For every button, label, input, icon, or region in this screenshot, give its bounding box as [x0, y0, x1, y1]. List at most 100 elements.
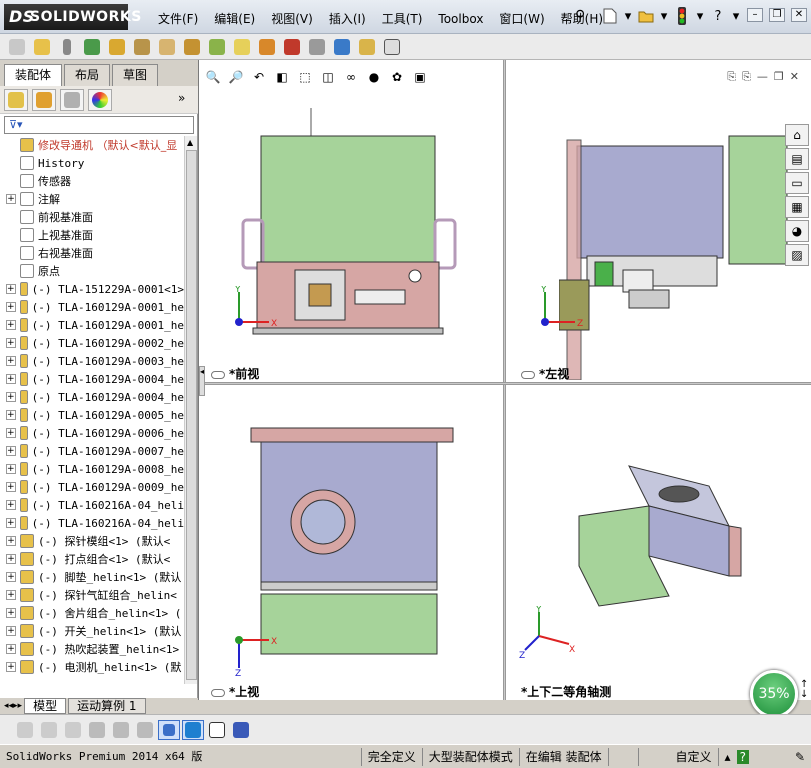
restore-icon[interactable]: ❐ [769, 8, 785, 22]
new-document-icon[interactable] [600, 6, 620, 26]
expand-icon[interactable]: + [6, 410, 16, 420]
menu-view[interactable]: 视图(V) [263, 10, 321, 28]
reference-geometry-icon[interactable] [206, 37, 228, 57]
traffic-light-icon[interactable] [672, 6, 692, 26]
display-style-icon[interactable]: ◫ [318, 68, 338, 86]
expand-icon[interactable]: + [6, 590, 16, 600]
expand-icon[interactable]: + [6, 662, 16, 672]
zoom-percentage-badge[interactable]: 35% [750, 670, 798, 718]
tree-node[interactable]: + (-) TLA-160129A-0001_he [0, 298, 184, 316]
assembly-features-icon[interactable] [181, 37, 203, 57]
component-pattern-icon[interactable] [81, 37, 103, 57]
hole-alignment-icon[interactable] [381, 37, 403, 57]
tree-node[interactable]: + (-) TLA-160129A-0004_he [0, 370, 184, 388]
tree-node[interactable]: 上视基准面 [0, 226, 184, 244]
tree-node[interactable]: + (-) TLA-160216A-04_heli [0, 496, 184, 514]
expand-icon[interactable]: + [6, 536, 16, 546]
tree-node[interactable]: + (-) TLA-160216A-04_heli [0, 514, 184, 532]
tree-node[interactable]: + (-) 探针模组<1> (默认< [0, 532, 184, 550]
expand-icon[interactable]: + [6, 446, 16, 456]
tree-node[interactable]: History [0, 154, 184, 172]
appearances-icon[interactable]: ◕ [785, 220, 809, 242]
interference-icon[interactable] [331, 37, 353, 57]
viewport-restore-icon[interactable]: ❐ [774, 70, 784, 84]
tab-motion-study[interactable]: 运动算例 1 [68, 698, 146, 714]
table-icon[interactable] [206, 720, 228, 740]
edit-appearance-icon[interactable]: ● [364, 68, 384, 86]
display-manager-icon[interactable] [88, 88, 112, 111]
menu-tools[interactable]: 工具(T) [374, 10, 431, 28]
view-orientation-icon[interactable]: ⬚ [295, 68, 315, 86]
expand-icon[interactable]: + [6, 518, 16, 528]
tab-model[interactable]: 模型 [24, 698, 67, 714]
show-hidden-icon[interactable] [156, 37, 178, 57]
view-palette-icon[interactable]: ▦ [785, 196, 809, 218]
viewport-close-icon[interactable]: ✕ [790, 70, 799, 84]
previous-view-icon[interactable]: ↶ [249, 68, 269, 86]
view-settings-icon[interactable]: ▣ [410, 68, 430, 86]
view-tool-5-icon[interactable] [110, 720, 132, 740]
expand-icon[interactable]: + [6, 194, 16, 204]
expand-icon[interactable]: + [6, 572, 16, 582]
zoom-to-area-icon[interactable]: 🔎 [226, 68, 246, 86]
smart-fasteners-icon[interactable] [106, 37, 128, 57]
menu-toolbox[interactable]: Toolbox [430, 10, 491, 28]
solidworks-resources-icon[interactable]: ⌂ [785, 124, 809, 146]
tree-node[interactable]: 传感器 [0, 172, 184, 190]
tree-node[interactable]: + 注解 [0, 190, 184, 208]
collapse-panel-icon[interactable]: ◂ [199, 366, 205, 396]
clearance-icon[interactable] [356, 37, 378, 57]
tree-scrollbar[interactable]: ▲ [184, 136, 197, 684]
dropdown-arrow-icon[interactable]: ▾ [696, 6, 704, 26]
tree-node[interactable]: + (-) 探针气缸组合_helin< [0, 586, 184, 604]
new-motion-study-icon[interactable] [231, 37, 253, 57]
file-explorer-icon[interactable]: ▭ [785, 172, 809, 194]
section-view-icon[interactable]: ◧ [272, 68, 292, 86]
expand-icon[interactable]: + [6, 320, 16, 330]
custom-properties-icon[interactable]: ▨ [785, 244, 809, 266]
tree-node[interactable]: + (-) TLA-160129A-0005_he [0, 406, 184, 424]
mate-icon[interactable] [56, 37, 78, 57]
scroll-thumb[interactable] [186, 150, 197, 680]
expand-icon[interactable]: + [6, 608, 16, 618]
tree-node[interactable]: 前视基准面 [0, 208, 184, 226]
bill-of-materials-icon[interactable] [256, 37, 278, 57]
tree-node[interactable]: + (-) TLA-160129A-0001_he [0, 316, 184, 334]
menu-edit[interactable]: 编辑(E) [206, 10, 263, 28]
apply-scene-icon[interactable]: ✿ [387, 68, 407, 86]
shaded-view-icon[interactable] [182, 719, 204, 740]
expand-icon[interactable]: + [6, 428, 16, 438]
units-selector[interactable]: 自定义 [639, 747, 719, 766]
view-tool-6-icon[interactable] [134, 720, 156, 740]
solidworks-logo[interactable]: DS SOLIDWORKS [4, 4, 141, 30]
expand-icon[interactable]: + [6, 284, 16, 294]
open-folder-icon[interactable] [636, 6, 656, 26]
viewport-vertical-splitter[interactable] [503, 60, 506, 700]
minimize-icon[interactable]: – [747, 8, 763, 22]
dropdown-arrow-icon[interactable]: ▾ [624, 6, 632, 26]
expand-icon[interactable]: + [6, 626, 16, 636]
units-dropdown-icon[interactable]: ▴ [719, 748, 737, 766]
tab-layout[interactable]: 布局 [64, 64, 111, 86]
zoom-stepper-icon[interactable]: ↑ ↓ [800, 680, 808, 700]
filter-input[interactable]: ⊽▾ [4, 116, 194, 134]
tree-node[interactable]: + (-) TLA-160129A-0003_he [0, 352, 184, 370]
expand-icon[interactable]: + [6, 500, 16, 510]
tree-node[interactable]: + (-) 脚垫_helin<1> (默认 [0, 568, 184, 586]
tree-node[interactable]: + (-) TLA-160129A-0008_he [0, 460, 184, 478]
tab-assembly[interactable]: 装配体 [4, 64, 63, 86]
property-manager-icon[interactable] [32, 88, 56, 111]
feature-tree-icon[interactable] [4, 88, 28, 111]
expand-icon[interactable]: + [6, 356, 16, 366]
left-view-model[interactable] [559, 130, 809, 380]
exploded-view-icon[interactable] [281, 37, 303, 57]
move-component-icon[interactable] [131, 37, 153, 57]
design-library-icon[interactable]: ▤ [785, 148, 809, 170]
graphics-area[interactable]: 🔍 🔎 ↶ ◧ ⬚ ◫ ∞ ● ✿ ▣ ⎘ ⎘ — ❐ ✕ ◂ *前视 YX *… [198, 60, 811, 700]
expand-icon[interactable]: + [6, 338, 16, 348]
expand-panel-icon[interactable]: » [178, 91, 185, 105]
tree-node[interactable]: + (-) TLA-160129A-0006_he [0, 424, 184, 442]
viewport-minimize-icon[interactable]: — [757, 70, 768, 84]
edit-component-icon[interactable] [6, 37, 28, 57]
help-status-icon[interactable]: ? [736, 749, 749, 764]
